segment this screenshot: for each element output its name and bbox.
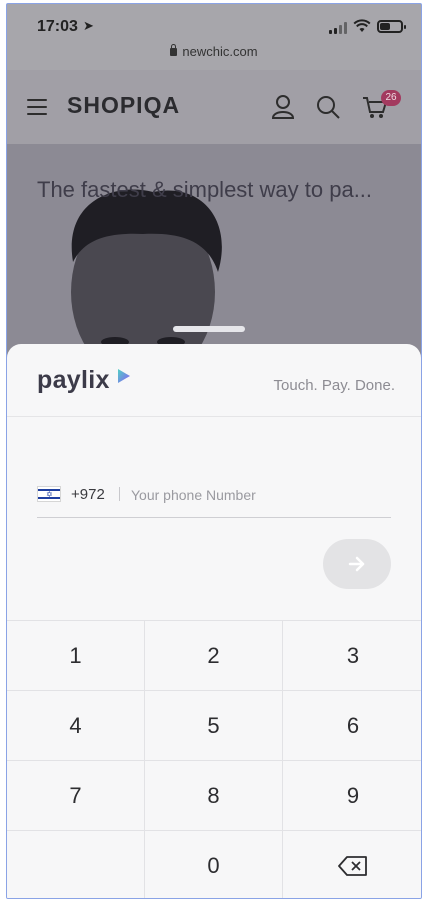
cart-count-badge: 26	[381, 90, 401, 106]
next-button[interactable]	[323, 539, 391, 589]
hero-headline: The fastest & simplest way to pa...	[37, 177, 373, 202]
key-9[interactable]: 9	[283, 761, 421, 831]
key-3[interactable]: 3	[283, 621, 421, 691]
phone-field: ✡ +972	[37, 476, 391, 518]
key-2[interactable]: 2	[145, 621, 283, 691]
divider	[119, 487, 120, 501]
url-text: newchic.com	[182, 44, 258, 59]
site-logo[interactable]: SHOPIQA	[67, 92, 180, 119]
tagline: Touch. Pay. Done.	[273, 377, 395, 394]
paylix-sheet: paylix Touch. Pay. Done. ✡ +972 1 2 3	[7, 344, 421, 898]
key-0[interactable]: 0	[145, 831, 283, 898]
israel-flag-icon[interactable]: ✡	[37, 486, 61, 502]
paylix-logo-icon	[118, 369, 130, 383]
site-header: SHOPIQA 26	[7, 70, 421, 144]
phone-number-input[interactable]	[131, 484, 381, 506]
key-7[interactable]: 7	[7, 761, 145, 831]
key-6[interactable]: 6	[283, 691, 421, 761]
key-4[interactable]: 4	[7, 691, 145, 761]
hero-banner: The fastest & simplest way to pa...	[7, 144, 421, 354]
phone-frame: 17:03 ➤ newchic.com SHOPIQA 26 The faste…	[6, 3, 422, 899]
location-arrow-icon: ➤	[83, 18, 94, 33]
key-empty	[7, 831, 145, 898]
key-1[interactable]: 1	[7, 621, 145, 691]
key-5[interactable]: 5	[145, 691, 283, 761]
sheet-header: paylix Touch. Pay. Done.	[7, 344, 421, 417]
url-bar[interactable]: newchic.com	[7, 40, 421, 70]
numeric-keypad: 1 2 3 4 5 6 7 8 9 0	[7, 620, 421, 898]
backspace-icon	[338, 856, 367, 876]
key-8[interactable]: 8	[145, 761, 283, 831]
sheet-drag-handle[interactable]	[173, 326, 245, 332]
paylix-logo: paylix	[37, 366, 110, 394]
backspace-key[interactable]	[283, 831, 421, 898]
country-code[interactable]: +972	[71, 486, 105, 503]
account-icon[interactable]	[271, 94, 295, 120]
search-icon[interactable]	[315, 94, 341, 120]
lock-icon	[170, 44, 178, 56]
arrow-right-icon	[348, 556, 365, 572]
wifi-icon	[353, 19, 371, 32]
signal-icon	[329, 22, 347, 34]
menu-icon[interactable]	[27, 99, 47, 115]
battery-icon	[377, 20, 406, 33]
clock: 17:03	[37, 18, 78, 35]
